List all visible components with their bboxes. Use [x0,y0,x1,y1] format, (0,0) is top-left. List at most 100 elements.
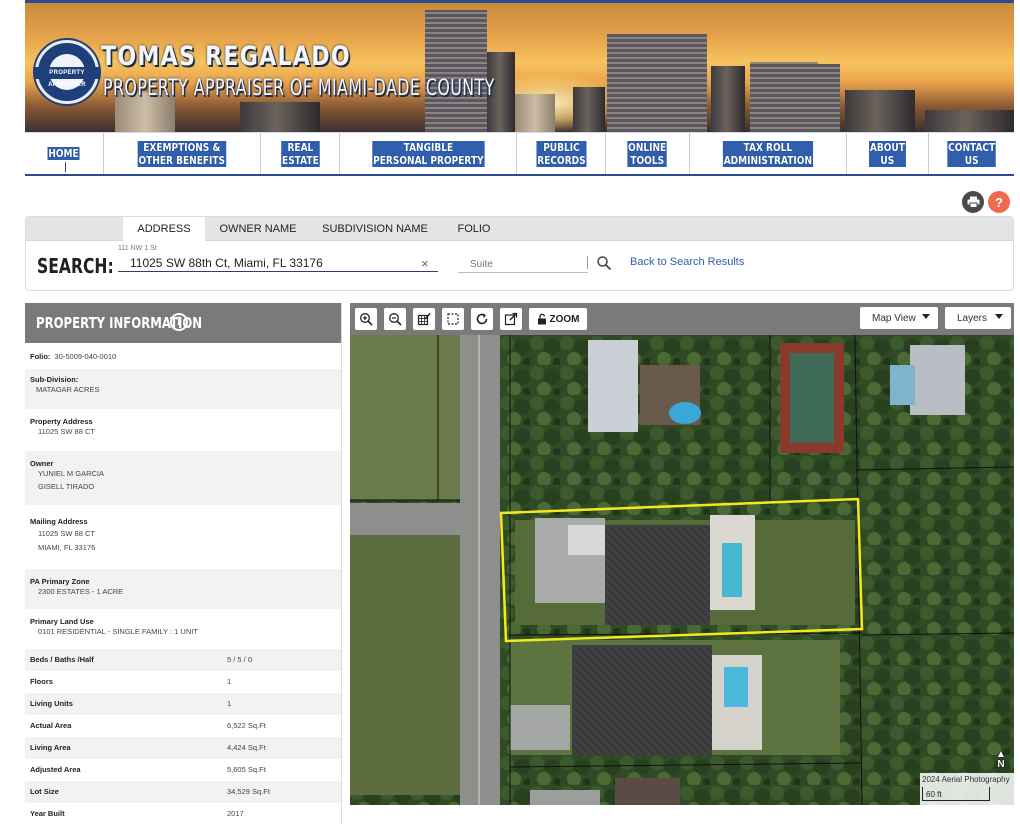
house-roof [572,645,712,755]
nav-item-label: TANGIBLE PERSONAL PROPERTY [371,140,485,167]
printer-icon [967,196,979,208]
external-link-button[interactable] [500,308,522,330]
fact-label: Living Units [30,699,73,708]
fact-label: Year Built [30,809,65,818]
page: PROPERTY APPRAISER TOMAS REGALADO PROPER… [0,0,1020,824]
refresh-icon [476,313,488,325]
nav-item-label: ABOUT US [869,140,906,167]
info-icon[interactable]: i [170,313,188,331]
pool [724,667,748,707]
external-link-icon [504,312,518,326]
zoom-out-button[interactable] [384,308,406,330]
aerial-photography-label: 2024 Aerial Photography [922,775,1010,784]
help-button[interactable]: ? [988,191,1010,213]
skyline-building [240,102,320,132]
fact-row-beds-baths: Beds / Baths /Half 5 / 5 / 0 [25,649,341,671]
print-button[interactable] [962,191,984,213]
nav-item-label: EXEMPTIONS & OTHER BENEFITS [137,140,227,167]
fact-value: 1 [227,699,232,708]
nav-item-about[interactable]: ABOUT US [847,133,929,174]
nav-item-label: PUBLIC RECORDS [536,140,586,167]
subdivision-value: MATAGAR ACRES [36,385,100,394]
primary-land-use-row: Primary Land Use 0101 RESIDENTIAL - SING… [25,609,341,649]
owner-line: YUNIEL M GARCIA [38,469,104,478]
aerial-map-canvas [350,335,1014,805]
skyline-building [845,90,915,132]
nav-item-tax-roll[interactable]: TAX ROLL ADMINISTRATION [690,133,847,174]
aerial-map[interactable] [350,335,1014,805]
subject-pool [722,543,742,597]
fact-label: Living Area [30,743,71,752]
nav-item-public-records[interactable]: PUBLIC RECORDS [517,133,606,174]
property-information-panel: PROPERTY INFORMATION i Folio: 30-5009-04… [25,303,342,824]
layers-dropdown[interactable]: Layers [945,307,1011,329]
suite-input[interactable] [458,256,588,273]
north-arrow-icon: ▲ N [996,749,1006,770]
banner-subtitle: PROPERTY APPRAISER OF MIAMI-DADE COUNTY [103,76,495,101]
street-line [478,335,480,805]
measure-button[interactable] [413,308,435,330]
back-to-results-link[interactable]: Back to Search Results [630,256,744,268]
primary-zone-row: PA Primary Zone 2300 ESTATES - 1 ACRE [25,569,341,609]
nav-item-tangible-property[interactable]: TANGIBLE PERSONAL PROPERTY [340,133,517,174]
folio-label: Folio: [30,352,51,361]
folio-row: Folio: 30-5009-040-0010 [25,347,341,369]
nav-item-home[interactable]: HOME [25,133,104,174]
skyline-building [790,64,840,132]
clear-address-button[interactable]: × [421,256,429,271]
house-roof [910,345,965,415]
nav-item-real-estate[interactable]: REAL ESTATE [261,133,340,174]
property-address-value: 11025 SW 88 CT [38,427,95,436]
skyline-building [925,110,1014,132]
pool-enclosure [890,365,915,405]
zoom-in-button[interactable] [355,308,377,330]
zoom-lock-button[interactable]: ZOOM [529,308,587,330]
tab-owner-name[interactable]: OWNER NAME [212,217,304,242]
property-address-label: Property Address [30,417,93,426]
map-toolbar: ZOOM Map View Layers [350,303,1014,335]
primary-land-use-value: 0101 RESIDENTIAL - SINGLE FAMILY : 1 UNI… [38,627,198,636]
zoom-label: ZOOM [549,313,580,325]
nav-item-exemptions[interactable]: EXEMPTIONS & OTHER BENEFITS [104,133,261,174]
map-scale-box: 2024 Aerial Photography 60 ft [920,773,1014,805]
fact-value: 5,605 Sq.Ft [227,765,266,774]
mailing-address-line: 11025 SW 88 CT [38,529,95,538]
mailing-address-label: Mailing Address [30,517,88,526]
tab-subdivision-name[interactable]: SUBDIVISION NAME [318,217,432,242]
search-icon[interactable] [596,255,612,271]
fact-label: Floors [30,677,53,686]
fact-label: Beds / Baths /Half [30,655,94,664]
select-area-button[interactable] [442,308,464,330]
fact-label: Adjusted Area [30,765,81,774]
fact-row-lot-size: Lot Size 34,529 Sq.Ft [25,781,341,803]
fact-row-actual-area: Actual Area 6,522 Sq.Ft [25,715,341,737]
fact-row-adjusted-area: Adjusted Area 5,605 Sq.Ft [25,759,341,781]
nav-item-label: HOME [47,147,81,160]
skyline-building [425,10,487,132]
search-panel: ADDRESS OWNER NAME SUBDIVISION NAME FOLI… [25,216,1014,291]
tab-folio[interactable]: FOLIO [451,217,497,242]
map-view-dropdown[interactable]: Map View [860,307,938,329]
tennis-court-surface [790,353,834,443]
search-label: SEARCH: [37,254,114,278]
house-roof [530,790,600,805]
garage-roof [568,525,606,555]
primary-zone-value: 2300 ESTATES - 1 ACRE [38,587,124,596]
fact-row-year-built: Year Built 2017 [25,803,341,824]
nav-item-contact[interactable]: CONTACT US [929,133,1014,174]
refresh-button[interactable] [471,308,493,330]
owner-row: Owner YUNIEL M GARCIA GISELL TIRADO [25,451,341,505]
caret-down-icon [922,314,930,319]
nav-item-label: TAX ROLL ADMINISTRATION [723,140,813,167]
fact-row-living-units: Living Units 1 [25,693,341,715]
subdivision-label: Sub-Division: [30,375,79,384]
layers-label: Layers [957,312,988,324]
unlock-icon [537,313,546,325]
property-address-row: Property Address 11025 SW 88 CT [25,409,341,449]
subject-house-roof [605,525,710,625]
property-appraiser-seal[interactable]: PROPERTY APPRAISER [34,40,100,104]
zoom-in-icon [360,313,373,326]
nav-item-online-tools[interactable]: ONLINE TOOLS [606,133,690,174]
tab-address[interactable]: ADDRESS [123,217,205,242]
address-search-input[interactable] [118,254,438,272]
